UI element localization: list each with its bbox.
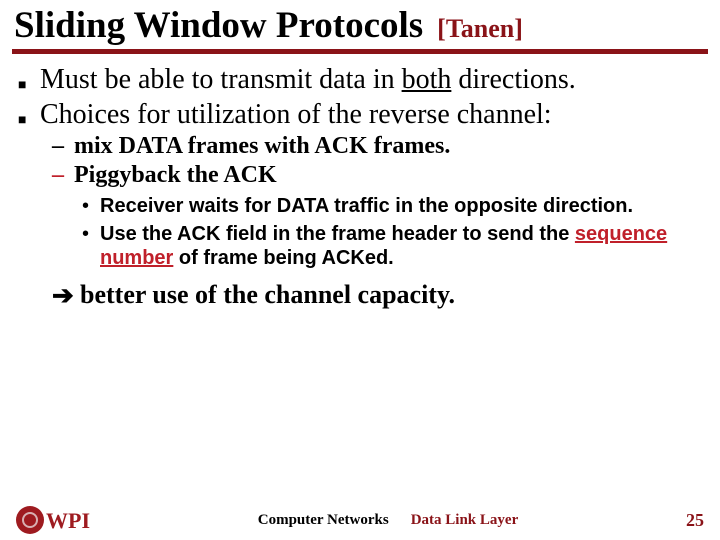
- dash-bullet-icon: –: [52, 162, 74, 190]
- seal-icon: [16, 506, 44, 534]
- dot-bullet-icon: •: [82, 194, 100, 218]
- dot-bullet-icon: •: [82, 222, 100, 270]
- footer-topic: Data Link Layer: [411, 512, 519, 529]
- conclusion-text: better use of the channel capacity.: [80, 280, 455, 311]
- subsub-bullet-item: • Use the ACK field in the frame header …: [82, 222, 702, 270]
- square-bullet-icon: ■: [18, 64, 40, 95]
- slide-footer: WPI Computer Networks Data Link Layer 25: [0, 506, 720, 534]
- sub-bullet-text: mix DATA frames with ACK frames.: [74, 133, 450, 161]
- square-bullet-icon: ■: [18, 99, 40, 130]
- slide: Sliding Window Protocols [Tanen] ■ Must …: [0, 0, 720, 540]
- sub-bullet-text: Piggyback the ACK: [74, 162, 277, 190]
- bullet-item: ■ Choices for utilization of the reverse…: [18, 99, 702, 130]
- bullet-item: ■ Must be able to transmit data in both …: [18, 64, 702, 95]
- subsub-bullet-text: Receiver waits for DATA traffic in the o…: [100, 194, 633, 218]
- page-number: 25: [686, 510, 704, 531]
- logo-text: WPI: [46, 508, 90, 534]
- subsub-bullet-text: Use the ACK field in the frame header to…: [100, 222, 702, 270]
- conclusion-line: ➔ better use of the channel capacity.: [52, 280, 702, 311]
- title-citation: [Tanen]: [437, 14, 523, 44]
- footer-center: Computer Networks Data Link Layer: [258, 512, 518, 529]
- footer-course: Computer Networks: [258, 512, 389, 529]
- slide-title: Sliding Window Protocols: [14, 4, 423, 47]
- sub-bullet-item: – Piggyback the ACK: [52, 162, 702, 190]
- dash-bullet-icon: –: [52, 133, 74, 161]
- subsub-bullet-item: • Receiver waits for DATA traffic in the…: [82, 194, 702, 218]
- bullet-text: Choices for utilization of the reverse c…: [40, 99, 552, 130]
- wpi-logo: WPI: [16, 506, 90, 534]
- title-row: Sliding Window Protocols [Tanen]: [0, 0, 720, 47]
- sub-bullet-item: – mix DATA frames with ACK frames.: [52, 133, 702, 161]
- bullet-text: Must be able to transmit data in both di…: [40, 64, 576, 95]
- slide-body: ■ Must be able to transmit data in both …: [0, 54, 720, 311]
- arrow-right-icon: ➔: [52, 280, 80, 311]
